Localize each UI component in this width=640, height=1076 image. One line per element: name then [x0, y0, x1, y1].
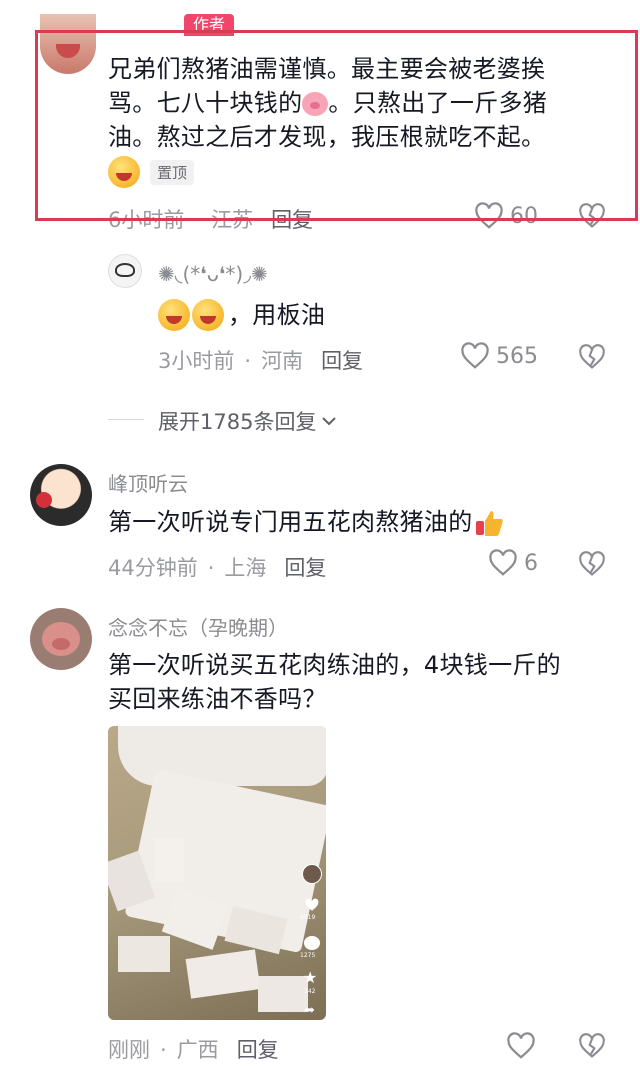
comment2-reply-button[interactable]: 回复 — [284, 556, 326, 580]
highlight-box — [35, 30, 638, 221]
reply1-avatar[interactable] — [108, 254, 142, 288]
heart-icon — [489, 549, 517, 576]
comment2-avatar[interactable] — [30, 464, 92, 526]
heart-icon — [461, 342, 489, 369]
reply1-reply-button[interactable]: 回复 — [321, 349, 363, 373]
chevron-down-icon — [322, 417, 337, 426]
reply1-text: ，用板油 — [228, 301, 326, 329]
video-like-count: 6019 — [300, 914, 316, 921]
video-like-icon — [305, 898, 319, 911]
video-comment-count: 1275 — [300, 952, 316, 959]
comment2-meta: 44分钟前 · 上海 回复 — [108, 556, 327, 580]
reply1-like-button[interactable]: 565 — [460, 342, 538, 370]
comment2-like-button[interactable]: 6 — [488, 549, 538, 577]
comment3-line2: 买回来练油不香吗？ — [108, 685, 327, 713]
heart-icon[interactable] — [506, 1032, 536, 1060]
reply1-text-row: ，用板油 — [158, 298, 325, 332]
comment3-line1: 第一次听说买五花肉练油的，4块钱一斤的 — [108, 651, 561, 679]
thumbs-up-emoji-icon — [473, 507, 503, 537]
laugh-cry-emoji-icon — [192, 299, 224, 331]
comment2-like-count: 6 — [524, 550, 538, 576]
expand-divider — [108, 419, 144, 420]
expand-replies-button[interactable]: 展开1785条回复 — [158, 406, 338, 436]
comment3-reply-button[interactable]: 回复 — [237, 1038, 279, 1062]
reply1-like-count: 565 — [496, 343, 538, 369]
laugh-cry-emoji-icon — [158, 299, 190, 331]
comment3-name[interactable]: 念念不忘（孕晚期） — [108, 612, 288, 641]
comment3-time: 刚刚 — [108, 1038, 150, 1062]
comment3-video-thumbnail[interactable]: 6019 1275 ★ 342 ➦ — [108, 726, 326, 1020]
comment2-name[interactable]: 峰顶听云 — [108, 468, 188, 497]
dislike-heart-icon[interactable] — [578, 550, 606, 578]
comment2-time: 44分钟前 — [108, 556, 198, 580]
comment3-location: 广西 — [176, 1038, 219, 1062]
reply1-meta: 3小时前 · 河南 回复 — [158, 349, 364, 373]
video-comment-icon — [304, 936, 320, 950]
video-favorite-count: 342 — [304, 988, 316, 995]
reply1-time: 3小时前 — [158, 349, 235, 373]
reply1-name[interactable]: ✺◟(*❛ᴗ❛*)◞✺ — [158, 262, 268, 286]
comment2-location: 上海 — [224, 556, 267, 580]
video-author-avatar — [302, 864, 322, 884]
comment3-avatar[interactable] — [30, 608, 92, 670]
comment2-text: 第一次听说专门用五花肉熬猪油的 — [108, 508, 473, 536]
comment2-text-row: 第一次听说专门用五花肉熬猪油的 — [108, 505, 503, 539]
reply1-location: 河南 — [261, 349, 304, 373]
expand-replies-label: 展开1785条回复 — [158, 410, 317, 434]
dislike-heart-icon[interactable] — [578, 343, 606, 371]
dislike-heart-icon[interactable] — [578, 1032, 606, 1060]
video-share-icon: ➦ — [304, 1003, 315, 1018]
comment3-meta: 刚刚 · 广西 回复 — [108, 1038, 279, 1062]
video-favorite-icon: ★ — [303, 968, 318, 987]
comment3-text: 第一次听说买五花肉练油的，4块钱一斤的 买回来练油不香吗？ — [108, 648, 628, 716]
